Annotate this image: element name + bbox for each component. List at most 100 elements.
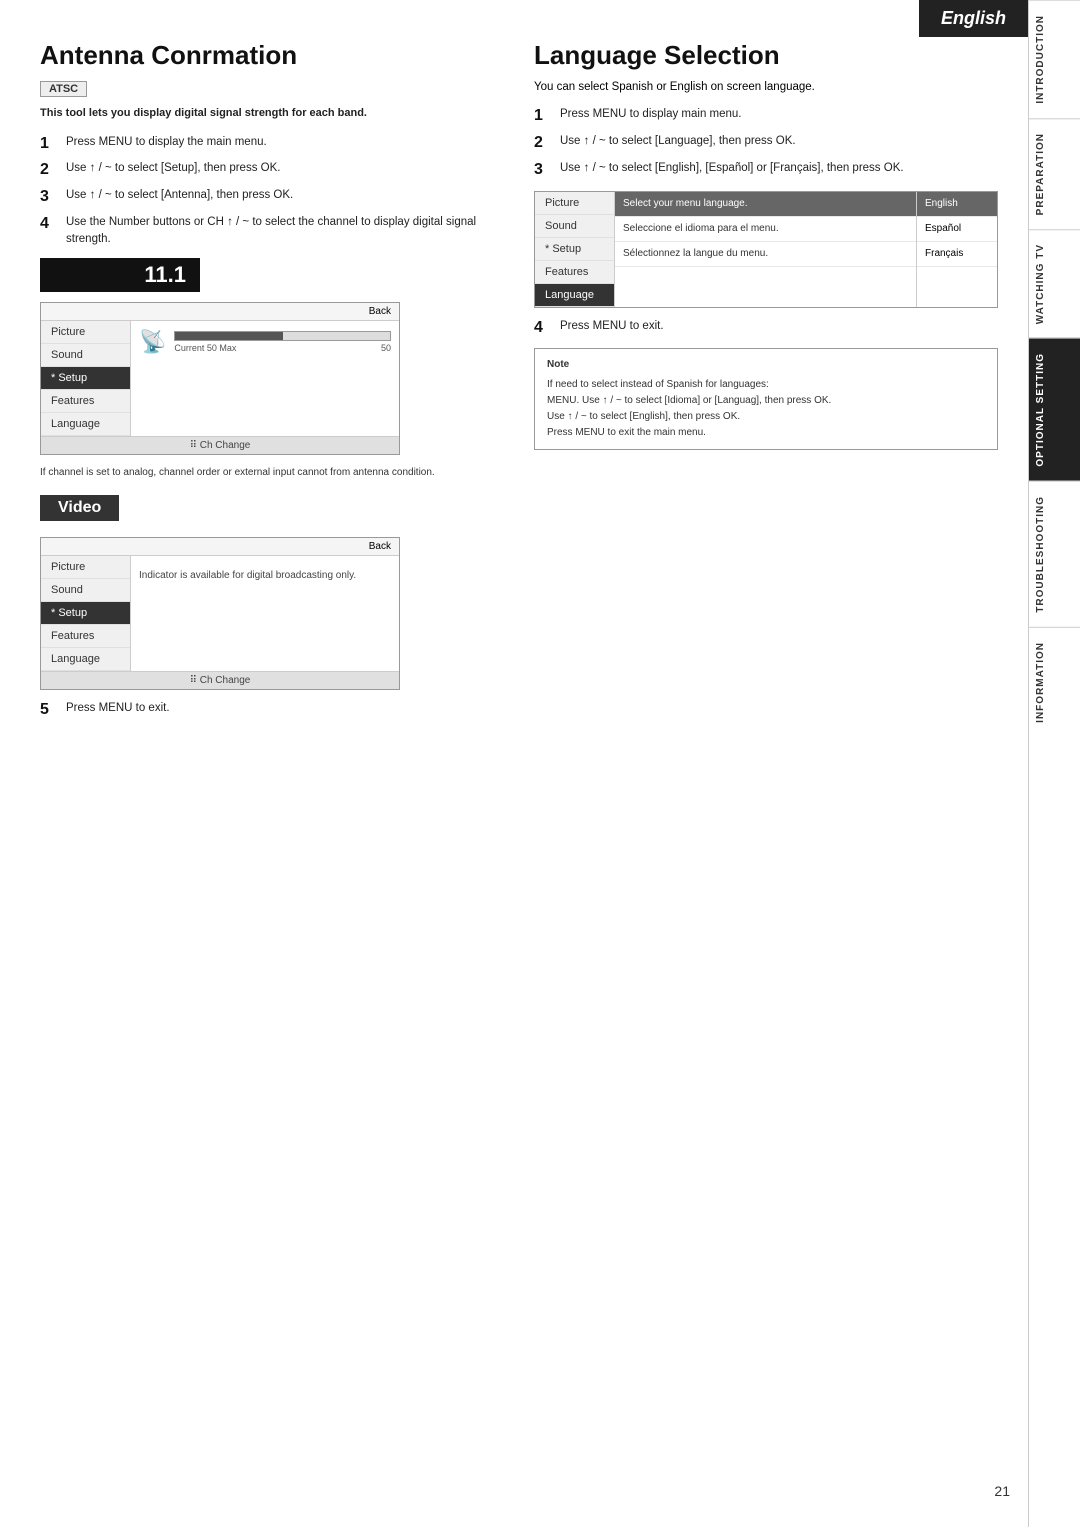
- english-badge: English: [919, 0, 1028, 37]
- step-num-1: 1: [40, 134, 60, 155]
- right-sidebar: INTRODUCTION PREPARATION WATCHING TV OPT…: [1028, 0, 1080, 1527]
- lang-col-options: Select your menu language. Seleccione el…: [615, 192, 917, 307]
- lang-step-1: 1 Press MENU to display main menu.: [534, 106, 998, 127]
- channel-display: 11.1: [40, 258, 200, 292]
- step-text-1: Press MENU to display the main menu.: [66, 134, 504, 151]
- lang-menu-setup: * Setup: [535, 238, 614, 261]
- lang-menu-right: Select your menu language. Seleccione el…: [615, 192, 997, 307]
- language-note-box: Note If need to select instead of Spanis…: [534, 348, 998, 450]
- note-line-0: If need to select instead of Spanish for…: [547, 377, 985, 393]
- menu-body-2: Picture Sound * Setup Features Language …: [41, 556, 399, 671]
- menu-left-2: Picture Sound * Setup Features Language: [41, 556, 131, 671]
- antenna-step-5: 5 Press MENU to exit.: [40, 700, 504, 721]
- antenna-note-text: If channel is set to analog, channel ord…: [40, 465, 504, 481]
- lang-col-values: English Español Français: [917, 192, 997, 307]
- language-steps: 1 Press MENU to display main menu. 2 Use…: [534, 106, 998, 180]
- progress-bar: [174, 331, 391, 341]
- language-intro: You can select Spanish or English on scr…: [534, 79, 998, 96]
- sidebar-tab-watching-tv: WATCHING TV: [1029, 229, 1080, 338]
- lang-menu-picture: Picture: [535, 192, 614, 215]
- antenna-title: Antenna Conrmation: [40, 40, 504, 71]
- step-text-3: Use ↑ / ~ to select [Antenna], then pres…: [66, 187, 504, 204]
- signal-label: Current 50 Max: [174, 343, 236, 353]
- lang-menu-body: Picture Sound * Setup Features Language …: [535, 192, 997, 307]
- progress-wrap: Current 50 Max 50: [174, 331, 391, 353]
- lang-step-num-3: 3: [534, 160, 554, 181]
- lang-menu-language: Language: [535, 284, 614, 307]
- lang-menu-left: Picture Sound * Setup Features Language: [535, 192, 615, 307]
- antenna-step-1: 1 Press MENU to display the main menu.: [40, 134, 504, 155]
- sidebar-tab-preparation: PREPARATION: [1029, 118, 1080, 229]
- menu-left-1: Picture Sound * Setup Features Language: [41, 321, 131, 436]
- ch-change-label-1: Ch Change: [200, 440, 251, 451]
- menu-item-features-2: Features: [41, 625, 130, 648]
- step-text-4: Use the Number buttons or CH ↑ / ~ to se…: [66, 214, 504, 249]
- step-num-2: 2: [40, 160, 60, 181]
- progress-fill: [175, 332, 282, 340]
- note-line-3: Press MENU to exit the main menu.: [547, 425, 985, 441]
- menu-item-sound-1: Sound: [41, 344, 130, 367]
- lang-step-num-2: 2: [534, 133, 554, 154]
- lang-step-num-4: 4: [534, 318, 554, 339]
- step-num-3: 3: [40, 187, 60, 208]
- lang-value-english: English: [917, 192, 997, 217]
- progress-label: Current 50 Max 50: [174, 343, 391, 353]
- language-menu-mockup: Picture Sound * Setup Features Language …: [534, 191, 998, 308]
- antenna-steps: 1 Press MENU to display the main menu. 2…: [40, 134, 504, 249]
- menu-right-1: 📡 Current 50 Max 50: [131, 321, 399, 436]
- sidebar-tab-information: INFORMATION: [1029, 627, 1080, 737]
- menu-item-sound-2: Sound: [41, 579, 130, 602]
- menu-item-language-1: Language: [41, 413, 130, 436]
- ch-change-label-2: Ch Change: [200, 675, 251, 686]
- lang-step-num-1: 1: [534, 106, 554, 127]
- menu-footer-2: ⠿ Ch Change: [41, 671, 399, 689]
- lang-step-text-3: Use ↑ / ~ to select [English], [Español]…: [560, 160, 998, 177]
- digital-note: Indicator is available for digital broad…: [139, 564, 391, 588]
- sidebar-tab-introduction: INTRODUCTION: [1029, 0, 1080, 118]
- menu-footer-1: ⠿ Ch Change: [41, 436, 399, 454]
- step-num-5: 5: [40, 700, 60, 721]
- menu-body-1: Picture Sound * Setup Features Language …: [41, 321, 399, 436]
- menu-item-setup-1: * Setup: [41, 367, 130, 390]
- antenna-section: Antenna Conrmation ATSC This tool lets y…: [40, 40, 504, 727]
- lang-value-french: Français: [917, 242, 997, 267]
- grid-icon-1: ⠿: [190, 440, 197, 451]
- lang-option-english-label: Select your menu language.: [615, 192, 916, 217]
- menu-item-language-2: Language: [41, 648, 130, 671]
- antenna-menu-mockup-1: Back Picture Sound * Setup Features Lang…: [40, 302, 400, 455]
- menu-header-1: Back: [41, 303, 399, 321]
- antenna-step-4: 4 Use the Number buttons or CH ↑ / ~ to …: [40, 214, 504, 249]
- step-text-2: Use ↑ / ~ to select [Setup], then press …: [66, 160, 504, 177]
- page-number: 21: [994, 1483, 1010, 1499]
- lang-value-spanish: Español: [917, 217, 997, 242]
- note-line-1: MENU. Use ↑ / ~ to select [Idioma] or [L…: [547, 393, 985, 409]
- lang-step-text-4: Press MENU to exit.: [560, 318, 998, 335]
- menu-right-2: Indicator is available for digital broad…: [131, 556, 399, 671]
- lang-step-2: 2 Use ↑ / ~ to select [Language], then p…: [534, 133, 998, 154]
- menu-header-2: Back: [41, 538, 399, 556]
- video-label: Video: [40, 495, 119, 521]
- main-content: Antenna Conrmation ATSC This tool lets y…: [0, 0, 1028, 757]
- lang-menu-features: Features: [535, 261, 614, 284]
- note-line-2: Use ↑ / ~ to select [English], then pres…: [547, 409, 985, 425]
- atsc-badge: ATSC: [40, 81, 87, 97]
- lang-option-french-label: Sélectionnez la langue du menu.: [615, 242, 916, 267]
- language-section: Language Selection You can select Spanis…: [534, 40, 998, 727]
- lang-menu-sound: Sound: [535, 215, 614, 238]
- lang-step-4: 4 Press MENU to exit.: [534, 318, 998, 339]
- note-title: Note: [547, 357, 985, 373]
- antenna-step-3: 3 Use ↑ / ~ to select [Antenna], then pr…: [40, 187, 504, 208]
- two-col-layout: Antenna Conrmation ATSC This tool lets y…: [40, 40, 998, 727]
- signal-value: 50: [381, 343, 391, 353]
- channel-indicator: 📡 Current 50 Max 50: [139, 329, 391, 355]
- lang-option-spanish-label: Seleccione el idioma para el menu.: [615, 217, 916, 242]
- language-title: Language Selection: [534, 40, 998, 71]
- step-num-4: 4: [40, 214, 60, 235]
- back-label-2: Back: [369, 541, 391, 552]
- menu-item-features-1: Features: [41, 390, 130, 413]
- antenna-step-2: 2 Use ↑ / ~ to select [Setup], then pres…: [40, 160, 504, 181]
- menu-item-setup-2: * Setup: [41, 602, 130, 625]
- sidebar-tab-troubleshooting: TROUBLESHOOTING: [1029, 481, 1080, 627]
- back-label-1: Back: [369, 306, 391, 317]
- menu-item-picture-1: Picture: [41, 321, 130, 344]
